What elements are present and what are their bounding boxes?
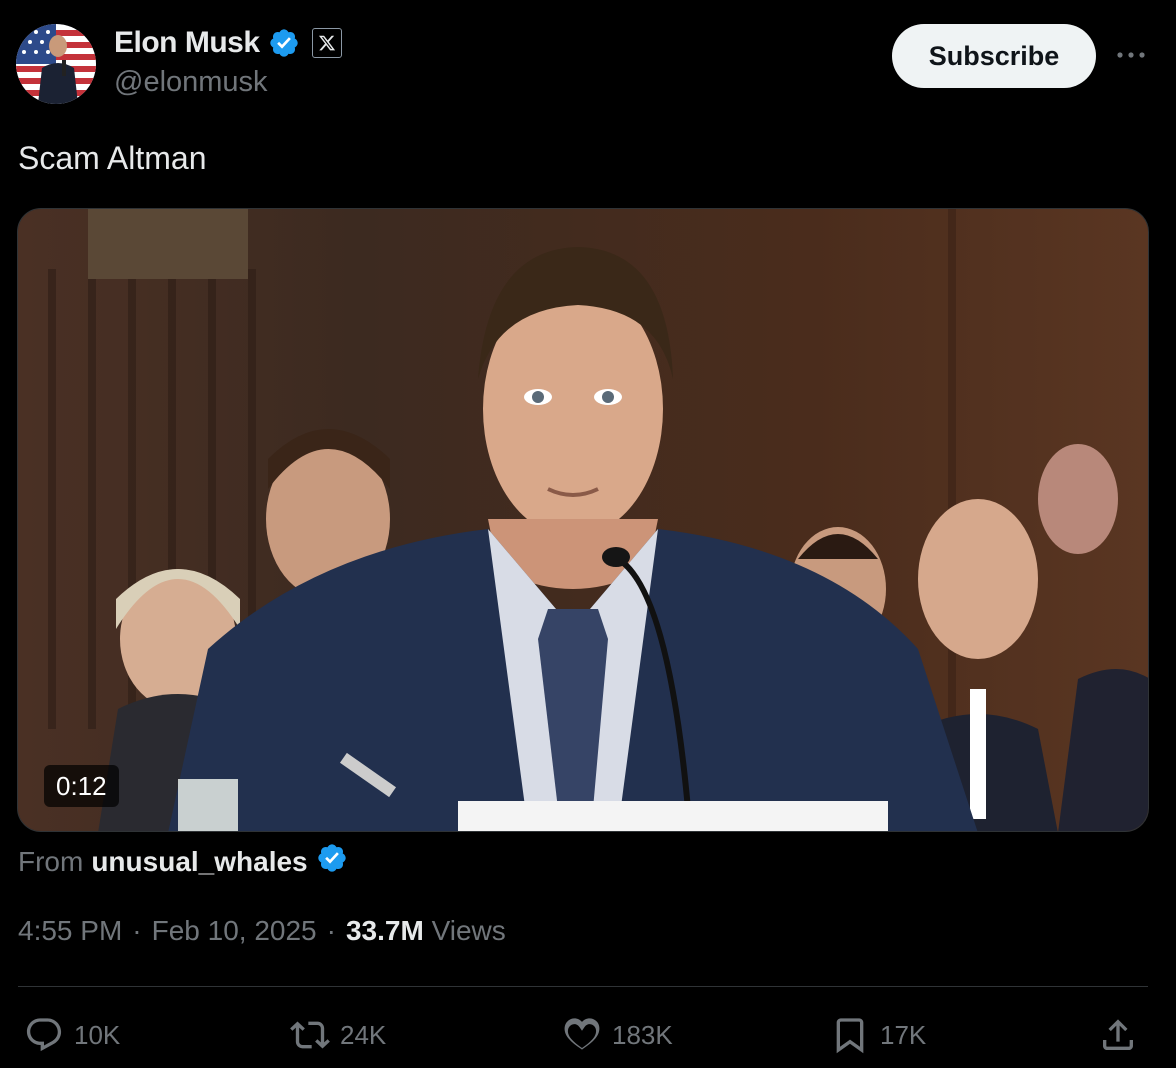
tweet-text: Scam Altman — [18, 140, 207, 176]
source-account[interactable]: unusual_whales — [91, 846, 307, 878]
like-button[interactable]: 183K — [562, 1010, 673, 1060]
meta-separator: · — [326, 915, 336, 946]
share-icon — [1103, 1019, 1133, 1050]
author-handle[interactable]: @elonmusk — [114, 66, 268, 99]
video-duration: 0:12 — [44, 765, 119, 807]
tweet-date[interactable]: Feb 10, 2025 — [152, 915, 317, 947]
tweet-time[interactable]: 4:55 PM — [18, 915, 122, 947]
verified-badge-icon — [316, 842, 348, 881]
meta-separator: · — [132, 915, 142, 946]
repost-icon — [290, 1021, 330, 1049]
bookmark-icon — [836, 1018, 864, 1054]
repost-count: 24K — [340, 1019, 387, 1050]
author-name-row: Elon Musk — [114, 26, 342, 60]
media-source: From unusual_whales — [18, 842, 348, 881]
repost-button[interactable]: 24K — [290, 1010, 386, 1060]
bookmark-count: 17K — [880, 1019, 927, 1050]
views-count: 33.7M — [345, 915, 424, 946]
subscribe-button[interactable]: Subscribe — [892, 24, 1096, 88]
like-count: 183K — [612, 1019, 673, 1050]
video-player[interactable]: 0:12 — [17, 208, 1149, 832]
author-name[interactable]: Elon Musk — [114, 26, 260, 60]
heart-icon — [564, 1018, 600, 1050]
action-bar: 10K 24K 183K 17K — [0, 1010, 1176, 1060]
verified-badge-icon[interactable] — [268, 27, 300, 59]
video-thumbnail — [18, 209, 1148, 831]
author-avatar[interactable] — [16, 24, 96, 104]
tweet-header: Elon Musk @elonmusk Subscribe — [16, 22, 1160, 104]
views-label: Views — [431, 915, 506, 946]
reply-count: 10K — [74, 1019, 121, 1050]
divider — [18, 986, 1148, 987]
x-logo-icon[interactable] — [311, 28, 342, 58]
tweet-meta: 4:55 PM · Feb 10, 2025 · 33.7M Views — [18, 915, 506, 947]
share-button[interactable] — [1098, 1010, 1138, 1060]
source-prefix: From — [18, 845, 84, 877]
reply-button[interactable]: 10K — [24, 1010, 120, 1060]
more-dots-icon[interactable] — [1114, 40, 1148, 70]
reply-icon — [26, 1018, 62, 1052]
bookmark-button[interactable]: 17K — [830, 1010, 926, 1060]
